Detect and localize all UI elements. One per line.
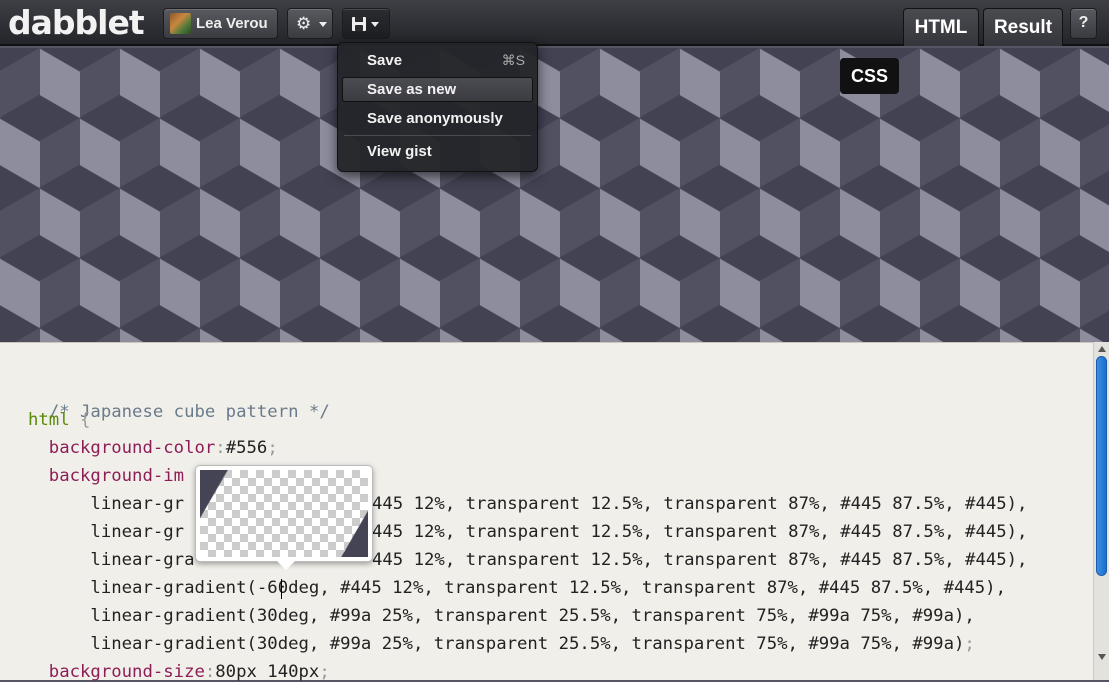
tab-html[interactable]: HTML (903, 8, 979, 46)
code-text: 445 12%, transparent 12.5%, transparent … (372, 522, 1028, 542)
code-colon: : (215, 438, 226, 458)
code-line: linear-gradient(30deg, #99a 25%, transpa… (28, 606, 975, 626)
code-text: linear-gradient(-60deg, #445 12%, transp… (28, 578, 1006, 598)
save-dropdown-menu: Save ⌘S Save as new Save anonymously Vie… (337, 42, 538, 172)
code-colon: : (204, 662, 216, 682)
menu-item-view-gist[interactable]: View gist (342, 139, 533, 164)
settings-button[interactable]: ⚙ (287, 8, 333, 39)
code-value: 80px 140px (215, 662, 320, 682)
scroll-up-arrow-icon[interactable] (1098, 346, 1106, 352)
code-line: linear-gradient(30deg, #99a 25%, transpa… (28, 634, 975, 654)
scroll-thumb[interactable] (1096, 356, 1107, 576)
shortcut-label: ⌘S (501, 52, 525, 68)
code-line: linear-gr (28, 494, 184, 514)
editor-scrollbar[interactable] (1093, 342, 1109, 680)
code-text: linear-gr (28, 494, 185, 514)
code-brace: { (69, 410, 91, 430)
code-line: background-im (28, 466, 184, 486)
gear-icon: ⚙ (296, 14, 312, 33)
user-name: Lea Verou (196, 15, 268, 32)
tab-css[interactable]: CSS (840, 58, 899, 94)
code-line: html { (28, 410, 90, 430)
user-avatar (170, 13, 191, 34)
menu-item-label: View gist (367, 143, 432, 160)
scroll-down-arrow-icon[interactable] (1098, 654, 1106, 660)
code-property: background-size (28, 662, 205, 682)
code-value: #556 (225, 438, 268, 458)
chevron-down-icon (371, 22, 379, 27)
help-button[interactable]: ? (1070, 8, 1097, 39)
menu-item-label: Save as new (367, 81, 457, 98)
code-text: 445 12%, transparent 12.5%, transparent … (372, 550, 1028, 570)
gradient-swatch (200, 470, 368, 557)
code-semicolon: ; (267, 438, 278, 458)
dabblet-logo[interactable]: dabblet (8, 3, 145, 42)
save-menu-button[interactable] (342, 8, 390, 39)
tab-result[interactable]: Result (983, 8, 1063, 46)
code-text: linear-gradient(30deg, #99a 25%, transpa… (28, 634, 965, 654)
code-text: linear-gradient(30deg, #99a 25%, transpa… (28, 606, 975, 626)
menu-divider (344, 135, 531, 136)
chevron-down-icon (319, 22, 327, 27)
text-cursor (281, 579, 282, 599)
code-line: linear-gra (28, 550, 194, 570)
code-line: 445 12%, transparent 12.5%, transparent … (372, 550, 1027, 570)
popup-arrow (277, 561, 295, 570)
gradient-overlay (200, 470, 368, 557)
gradient-preview-popup (195, 465, 373, 570)
menu-item-save-as-new[interactable]: Save as new (342, 77, 533, 102)
code-line: linear-gradient(-60deg, #445 12%, transp… (28, 578, 1006, 598)
code-semicolon: ; (964, 634, 975, 654)
code-text: linear-gra (28, 550, 195, 570)
code-line: background-size:80px 140px; (28, 662, 330, 682)
code-line: 445 12%, transparent 12.5%, transparent … (372, 522, 1027, 542)
code-line: background-color:#556; (28, 438, 278, 458)
code-semicolon: ; (319, 662, 330, 682)
code-comment: /* Japanese cube pattern */ (48, 402, 330, 422)
preview-overlay (0, 48, 1109, 342)
top-toolbar: dabblet Lea Verou ⚙ HTML Result ? (0, 0, 1109, 46)
code-property: background-im (28, 466, 185, 486)
user-button[interactable]: Lea Verou (163, 8, 278, 39)
menu-item-save-anonymously[interactable]: Save anonymously (342, 106, 533, 131)
code-line: 445 12%, transparent 12.5%, transparent … (372, 494, 1027, 514)
code-text: 445 12%, transparent 12.5%, transparent … (372, 494, 1028, 514)
code-property: background-color (28, 438, 216, 458)
menu-item-label: Save (367, 52, 403, 69)
code-text: linear-gr (28, 522, 185, 542)
menu-item-save[interactable]: Save ⌘S (342, 48, 533, 73)
save-disk-icon (352, 17, 366, 31)
code-line: linear-gr (28, 522, 184, 542)
code-selector: html (28, 410, 70, 430)
menu-item-label: Save anonymously (367, 110, 503, 127)
